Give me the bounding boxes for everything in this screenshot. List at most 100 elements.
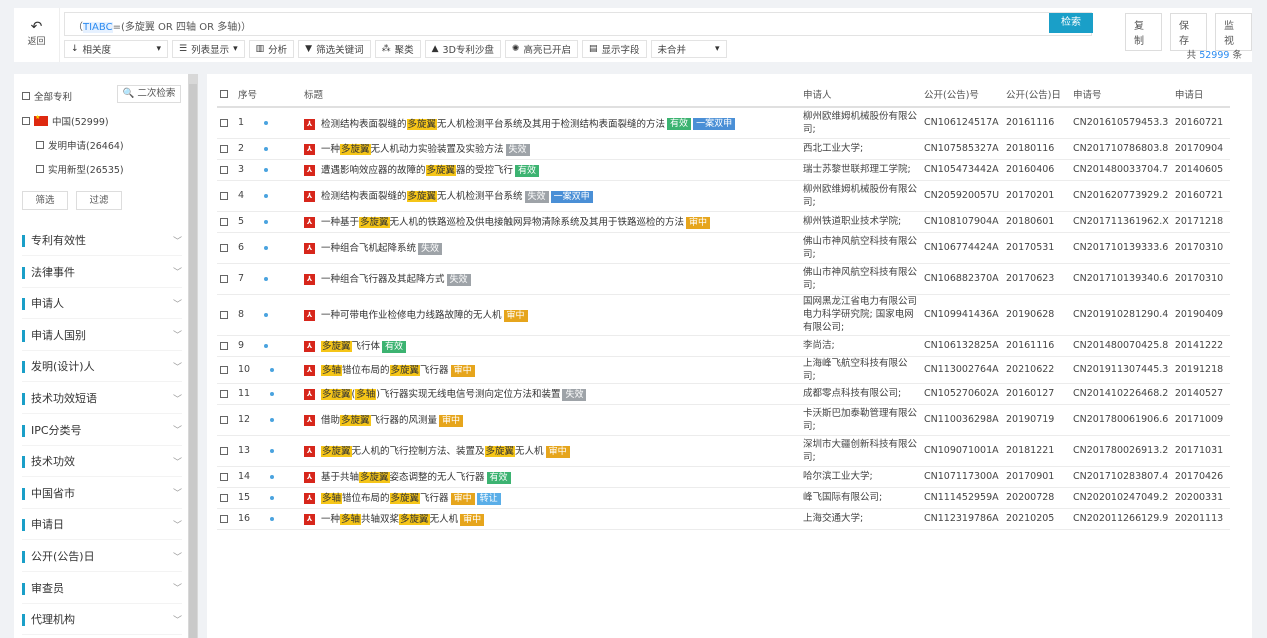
table-row[interactable]: 3 ⅄ 遭遇影响效应器的故障的多旋翼器的受控飞行 有效 瑞士苏黎世联邦理工学院; CN10… bbox=[217, 159, 1230, 181]
row-checkbox[interactable] bbox=[217, 356, 235, 384]
table-row[interactable]: 7 ⅄ 一种组合飞行器及其起降方式 失效 佛山市神风航空科技有限公司; CN1068823… bbox=[217, 263, 1230, 295]
row-checkbox[interactable] bbox=[217, 508, 235, 530]
facet-4[interactable]: 发明(设计)人 ﹀ bbox=[22, 351, 182, 383]
row-title[interactable]: ⅄ 多旋翼飞行体 有效 bbox=[301, 335, 800, 357]
row-title[interactable]: ⅄ 遭遇影响效应器的故障的多旋翼器的受控飞行 有效 bbox=[301, 159, 800, 181]
checkbox-icon[interactable] bbox=[220, 243, 228, 252]
utility-checkbox[interactable]: 实用新型(26535) bbox=[36, 162, 124, 176]
table-row[interactable]: 13 ⅄ 多旋翼无人机的飞行控制方法、装置及多旋翼无人机 审中 深圳市大疆创新科技有限公… bbox=[217, 435, 1230, 467]
select-all-header[interactable] bbox=[217, 81, 235, 108]
filter-button[interactable]: 筛选 bbox=[22, 191, 68, 210]
pdf-icon[interactable]: ⅄ bbox=[304, 243, 315, 255]
row-title[interactable]: ⅄ 多旋翼(多轴)飞行器实现无线电信号测向定位方法和装置 失效 bbox=[301, 383, 800, 405]
monitor-button[interactable]: 监视 bbox=[1215, 13, 1252, 51]
checkbox-icon[interactable] bbox=[36, 141, 44, 149]
pdf-icon[interactable]: ⅄ bbox=[304, 493, 315, 505]
table-row[interactable]: 2 ⅄ 一种多旋翼无人机动力实验装置及实验方法 失效 西北工业大学; CN10758532… bbox=[217, 138, 1230, 160]
row-checkbox[interactable] bbox=[217, 383, 235, 405]
facet-2[interactable]: 申请人 ﹀ bbox=[22, 288, 182, 320]
tool-button-6[interactable]: ✺ 高亮已开启 bbox=[504, 40, 578, 58]
checkbox-icon[interactable] bbox=[220, 89, 228, 98]
table-row[interactable]: 5 ⅄ 一种基于多旋翼无人机的铁路巡检及供电接触网异物清除系统及其用于铁路巡检的方法… bbox=[217, 211, 1230, 233]
sidebar-scrollbar[interactable] bbox=[188, 74, 198, 638]
pdf-icon[interactable]: ⅄ bbox=[304, 514, 315, 526]
checkbox-icon[interactable] bbox=[220, 310, 228, 319]
row-checkbox[interactable] bbox=[217, 159, 235, 181]
row-title[interactable]: ⅄ 一种组合飞机起降系统 失效 bbox=[301, 232, 800, 264]
checkbox-icon[interactable] bbox=[220, 165, 228, 174]
checkbox-icon[interactable] bbox=[220, 365, 228, 374]
scrollbar-thumb[interactable] bbox=[189, 84, 197, 638]
pdf-icon[interactable]: ⅄ bbox=[304, 274, 315, 286]
row-checkbox[interactable] bbox=[217, 107, 235, 139]
row-title[interactable]: ⅄ 多轴错位布局的多旋翼飞行器 审中 转让 bbox=[301, 487, 800, 509]
checkbox-icon[interactable] bbox=[220, 446, 228, 455]
pdf-icon[interactable]: ⅄ bbox=[304, 144, 315, 156]
table-row[interactable]: 16 ⅄ 一种多轴共轴双桨多旋翼无人机 审中 上海交通大学; CN112319786A 20… bbox=[217, 508, 1230, 530]
facet-11[interactable]: 审查员 ﹀ bbox=[22, 573, 182, 604]
all-patents-checkbox[interactable]: 全部专利 bbox=[22, 89, 72, 103]
table-row[interactable]: 9 ⅄ 多旋翼飞行体 有效 李尚洁; CN106132825A 20161116 CN2014… bbox=[217, 335, 1230, 357]
row-checkbox[interactable] bbox=[217, 404, 235, 436]
pdf-icon[interactable]: ⅄ bbox=[304, 310, 315, 322]
row-title[interactable]: ⅄ 借助多旋翼飞行器的风测量 审中 bbox=[301, 404, 800, 436]
pdf-icon[interactable]: ⅄ bbox=[304, 389, 315, 401]
row-title[interactable]: ⅄ 一种多轴共轴双桨多旋翼无人机 审中 bbox=[301, 508, 800, 530]
checkbox-icon[interactable] bbox=[220, 144, 228, 153]
facet-6[interactable]: IPC分类号 ﹀ bbox=[22, 415, 182, 446]
row-title[interactable]: ⅄ 一种基于多旋翼无人机的铁路巡检及供电接触网异物清除系统及其用于铁路巡检的方法审… bbox=[301, 211, 800, 233]
checkbox-icon[interactable] bbox=[220, 341, 228, 350]
checkbox-icon[interactable] bbox=[220, 415, 228, 424]
facet-3[interactable]: 申请人国别 ﹀ bbox=[22, 320, 182, 351]
back-button[interactable]: ↶ 返回 bbox=[14, 8, 60, 62]
checkbox-icon[interactable] bbox=[220, 118, 228, 127]
checkbox-icon[interactable] bbox=[220, 514, 228, 523]
checkbox-icon[interactable] bbox=[22, 117, 30, 125]
table-row[interactable]: 8 ⅄ 一种可带电作业检修电力线路故障的无人机 审中 国网黑龙江省电力有限公司电力科学研… bbox=[217, 294, 1230, 336]
search-query-input[interactable]: （TIABC=(多旋翼 OR 四轴 OR 多轴)） bbox=[64, 12, 1092, 36]
row-checkbox[interactable] bbox=[217, 487, 235, 509]
pdf-icon[interactable]: ⅄ bbox=[304, 217, 315, 229]
row-title[interactable]: ⅄ 多轴错位布局的多旋翼飞行器 审中 bbox=[301, 356, 800, 384]
table-row[interactable]: 10 ⅄ 多轴错位布局的多旋翼飞行器 审中 上海峰飞航空科技有限公司; CN1130027… bbox=[217, 356, 1230, 384]
row-title[interactable]: ⅄ 一种多旋翼无人机动力实验装置及实验方法 失效 bbox=[301, 138, 800, 160]
pdf-icon[interactable]: ⅄ bbox=[304, 165, 315, 177]
facet-10[interactable]: 公开(公告)日 ﹀ bbox=[22, 541, 182, 572]
row-title[interactable]: ⅄ 一种可带电作业检修电力线路故障的无人机 审中 bbox=[301, 294, 800, 336]
row-checkbox[interactable] bbox=[217, 211, 235, 233]
row-title[interactable]: ⅄ 基于共轴多旋翼姿态调整的无人飞行器 有效 bbox=[301, 466, 800, 488]
search-button[interactable]: 检索 bbox=[1049, 13, 1093, 33]
exclude-button[interactable]: 过滤 bbox=[76, 191, 122, 210]
row-title[interactable]: ⅄ 检测结构表面裂缝的多旋翼无人机检测平台系统及其用于检测结构表面裂缝的方法 有效一… bbox=[301, 107, 800, 139]
checkbox-icon[interactable] bbox=[220, 472, 228, 481]
table-row[interactable]: 15 ⅄ 多轴错位布局的多旋翼飞行器 审中 转让 峰飞国际有限公司; CN111452959… bbox=[217, 487, 1230, 509]
facet-12[interactable]: 代理机构 ﹀ bbox=[22, 604, 182, 636]
checkbox-icon[interactable] bbox=[220, 274, 228, 283]
pdf-icon[interactable]: ⅄ bbox=[304, 446, 315, 458]
facet-1[interactable]: 法律事件 ﹀ bbox=[22, 257, 182, 288]
facet-7[interactable]: 技术功效 ﹀ bbox=[22, 446, 182, 478]
tool-button-8[interactable]: 未合并 ▾ bbox=[650, 40, 727, 58]
tool-button-3[interactable]: ▼ 筛选关键词 bbox=[298, 40, 371, 58]
checkbox-icon[interactable] bbox=[36, 165, 44, 173]
checkbox-icon[interactable] bbox=[220, 191, 228, 200]
pdf-icon[interactable]: ⅄ bbox=[304, 341, 315, 353]
row-title[interactable]: ⅄ 一种组合飞行器及其起降方式 失效 bbox=[301, 263, 800, 295]
copy-button[interactable]: 复制 bbox=[1125, 13, 1162, 51]
secondary-search-button[interactable]: 🔍 二次检索 bbox=[117, 85, 181, 103]
tool-button-1[interactable]: ☰ 列表显示 ▾ bbox=[172, 40, 245, 58]
tool-button-7[interactable]: ▤ 显示字段 bbox=[581, 40, 647, 58]
tool-button-4[interactable]: ⁂ 聚类 bbox=[374, 40, 421, 58]
pdf-icon[interactable]: ⅄ bbox=[304, 191, 315, 203]
invention-checkbox[interactable]: 发明申请(26464) bbox=[36, 138, 124, 152]
facet-8[interactable]: 中国省市 ﹀ bbox=[22, 478, 182, 509]
checkbox-icon[interactable] bbox=[220, 389, 228, 398]
facet-9[interactable]: 申请日 ﹀ bbox=[22, 509, 182, 541]
facet-5[interactable]: 技术功效短语 ﹀ bbox=[22, 383, 182, 414]
row-title[interactable]: ⅄ 多旋翼无人机的飞行控制方法、装置及多旋翼无人机 审中 bbox=[301, 435, 800, 467]
checkbox-icon[interactable] bbox=[220, 493, 228, 502]
pdf-icon[interactable]: ⅄ bbox=[304, 415, 315, 427]
table-row[interactable]: 1 ⅄ 检测结构表面裂缝的多旋翼无人机检测平台系统及其用于检测结构表面裂缝的方法 有效… bbox=[217, 107, 1230, 139]
tool-button-0[interactable]: ↓ 相关度 ▾ bbox=[64, 40, 168, 58]
pdf-icon[interactable]: ⅄ bbox=[304, 118, 315, 130]
